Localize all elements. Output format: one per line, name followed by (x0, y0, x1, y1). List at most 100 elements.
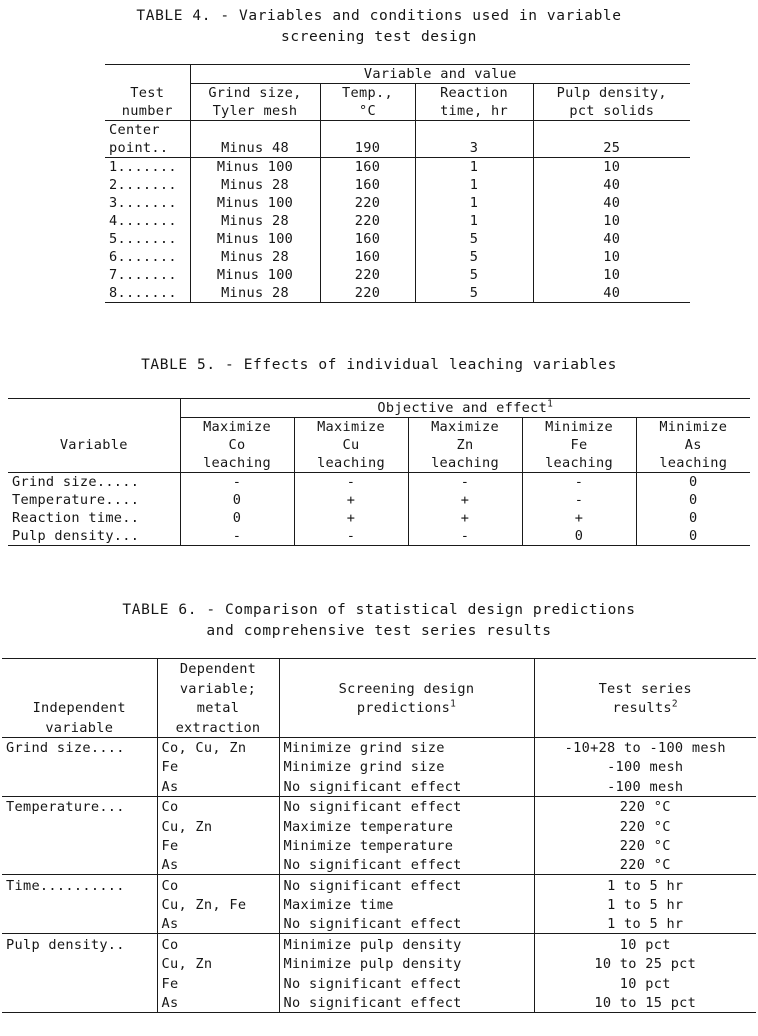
table-row: Grind size.... Co, Cu, Zn Minimize grind… (2, 737, 756, 757)
table5-header-zn-l3: leaching (407, 454, 522, 473)
table4-cell-test-3: 3....... (109, 195, 177, 211)
table4-cell-grind-3: Minus 100 (189, 194, 320, 212)
table5-cell-1-zn: + (407, 491, 522, 509)
table4-header-row-2: number Tyler mesh °C time, hr pct solids (105, 102, 691, 121)
table-row: 7....... Minus 100 220 5 10 (105, 266, 691, 284)
table5-header-as-l3: leaching (635, 454, 750, 473)
table6-header-res-text: results (612, 700, 672, 717)
table4-cell-grind-2: Minus 28 (189, 176, 320, 194)
table4-cell-grind-7: Minus 100 (189, 266, 320, 284)
table6-cell-0-2-result: -100 mesh (533, 776, 756, 797)
table6-cell-1-3-dependent: As (156, 854, 279, 875)
table4-header-pulp-l1: Pulp density, (532, 83, 691, 102)
table6-header-ind-l1: Independent (32, 700, 126, 717)
table6-cell-2-0-dependent: Co (156, 874, 279, 895)
table5-cell-2-fe: + (521, 509, 636, 527)
table6: Dependent variable; Screening design Tes… (2, 658, 756, 1014)
table6-cell-3-3-result: 10 to 15 pct (533, 992, 756, 1014)
table5-cell-variable-2: Reaction time.. (12, 510, 140, 526)
table-row: 1....... Minus 100 160 1 10 (105, 157, 691, 176)
table4-cell-pulp-1: 10 (532, 157, 691, 176)
table4-spanner-label: Variable and value (189, 64, 691, 84)
table5-cell-0-co: - (179, 472, 294, 491)
table6-group-2-variable: Time.......... (2, 874, 157, 895)
table6-cell-1-2-prediction: Minimize temperature (278, 835, 534, 855)
table6-cell-0-0-dependent: Co, Cu, Zn (156, 737, 279, 757)
table6-header-dep-l1: Dependent (156, 658, 279, 679)
table5-header-zn-l1: Maximize (407, 417, 522, 436)
table4-cell-grind-4: Minus 28 (189, 212, 320, 230)
table6-group-1-spacer-3 (2, 855, 157, 875)
table5-stub-blank-2 (8, 418, 180, 437)
table6-header-ind-blank (2, 658, 157, 679)
table4-cell-temp-0: 190 (319, 139, 415, 158)
table5-cell-3-fe: 0 (521, 527, 636, 546)
table-row: 8....... Minus 28 220 5 40 (105, 284, 691, 303)
table5-caption: TABLE 5. - Effects of individual leachin… (0, 355, 758, 376)
table6-cell-0-0-prediction: Minimize grind size (278, 737, 534, 757)
table4-header-grind-l1: Grind size, (189, 83, 320, 102)
table6-cell-1-3-prediction: No significant effect (278, 854, 534, 875)
table4-cell-test-5: 5....... (109, 231, 177, 247)
table6-group-3-spacer-2 (2, 973, 157, 992)
table5-header-fe-l1: Minimize (521, 417, 636, 436)
table6-header-dep-l2: variable; (156, 678, 279, 698)
table4-cell-grind-1: Minus 100 (189, 157, 320, 176)
table6-cell-1-1-dependent: Cu, Zn (156, 816, 279, 836)
table4-header-test-l2: number (105, 102, 190, 121)
table6-cell-1-0-dependent: Co (156, 795, 279, 817)
table5-header-cu-l1: Maximize (293, 417, 408, 436)
table4-cell-temp-6: 160 (319, 248, 415, 266)
table4-cell-pulp-3: 40 (532, 194, 691, 212)
table6-header-row-3: Independent metal predictions1 results2 (2, 697, 756, 718)
table5-header-as-l2: As (635, 436, 750, 454)
table5-header-row-1: Maximize Maximize Maximize Minimize Mini… (8, 417, 750, 437)
table4-cell-pulp-blank (532, 120, 691, 139)
table5-cell-variable-0: Grind size..... (12, 474, 140, 490)
table5-cell-variable-3: Pulp density... (8, 527, 180, 546)
table-row: 2....... Minus 28 160 1 40 (105, 176, 691, 194)
table6-header-row-1: Dependent (2, 658, 756, 679)
table4-cell-reaction-blank (414, 120, 533, 139)
table6-cell-1-1-prediction: Maximize temperature (278, 816, 534, 836)
table6-cell-1-2-result: 220 °C (533, 835, 756, 855)
table-row: Grind size..... - - - - 0 (8, 472, 750, 491)
table6-group-3-spacer-3 (2, 992, 157, 1014)
table4-cell-pulp-2: 40 (532, 176, 691, 194)
table6-group-0-spacer-2 (2, 776, 157, 796)
table-row: As No significant effect 220 °C (2, 854, 756, 875)
table6-cell-1-2-dependent: Fe (156, 835, 279, 855)
table6-cell-3-2-dependent: Fe (156, 973, 279, 993)
table-row: As No significant effect 10 to 15 pct (2, 992, 756, 1014)
table6-header-ind-blank-2 (2, 678, 157, 697)
table6-group-1-variable: Temperature... (2, 795, 157, 817)
table-row: As No significant effect 1 to 5 hr (2, 914, 756, 934)
table4-header-reaction-l1: Reaction (414, 83, 533, 102)
table6-group-2-spacer-2 (2, 914, 157, 934)
table5-cell-2-zn: + (407, 509, 522, 527)
table6-cell-3-3-dependent: As (156, 992, 279, 1014)
table-row: Fe Minimize grind size -100 mesh (2, 756, 756, 777)
table4-cell-reaction-4: 1 (414, 212, 533, 230)
table5-spanner-row: Objective and effect1 (8, 398, 750, 418)
table4-header-temp-l1: Temp., (319, 83, 415, 102)
table6-header-res-l2: results2 (533, 697, 756, 718)
table6-group-1-spacer-2 (2, 836, 157, 855)
table6-header-res-blank-2 (533, 717, 756, 738)
table4-caption: TABLE 4. - Variables and conditions used… (0, 6, 758, 48)
table4-stub-blank (105, 64, 190, 84)
table6-header-dep-l3: metal (156, 697, 279, 718)
table4-cell-grind-5: Minus 100 (189, 230, 320, 248)
table6-cell-2-2-prediction: No significant effect (278, 914, 534, 934)
table5-cell-3-co: - (179, 527, 294, 546)
table6-cell-0-0-result: -10+28 to -100 mesh (533, 737, 756, 757)
table5-cell-0-fe: - (521, 472, 636, 491)
table5-header-cu-l2: Cu (293, 436, 408, 454)
table5-stub-header: Variable (59, 437, 128, 453)
table-row: As No significant effect -100 mesh (2, 776, 756, 797)
table6-header-scr-blank-2 (278, 717, 534, 738)
table-row: Fe No significant effect 10 pct (2, 973, 756, 993)
table-row: point.. Minus 48 190 3 25 (105, 139, 691, 158)
table5-header-fe-l2: Fe (521, 436, 636, 454)
table-row: Cu, Zn Minimize pulp density 10 to 25 pc… (2, 953, 756, 974)
